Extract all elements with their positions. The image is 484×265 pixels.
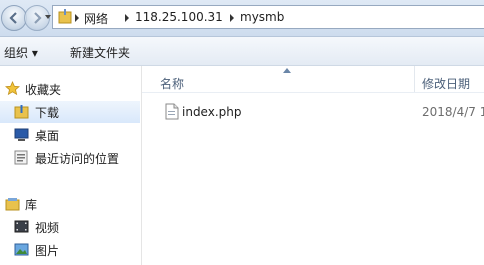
nav-item-recent-places[interactable]: 最近访问的位置 bbox=[0, 147, 140, 169]
pane-divider[interactable] bbox=[141, 66, 142, 265]
column-header-name[interactable]: 名称 bbox=[160, 75, 184, 92]
nav-label-videos: 视频 bbox=[35, 221, 60, 235]
pictures-icon bbox=[14, 243, 29, 256]
libraries-label: 库 bbox=[25, 198, 38, 212]
nav-libraries-header[interactable]: 库 bbox=[0, 193, 140, 215]
nav-item-pictures[interactable]: 图片 bbox=[0, 239, 140, 261]
breadcrumb-separator-icon[interactable] bbox=[75, 14, 79, 22]
nav-label-desktop: 桌面 bbox=[35, 129, 60, 143]
column-header-divider[interactable] bbox=[414, 66, 415, 92]
breadcrumb-host[interactable]: 118.25.100.31 bbox=[135, 10, 223, 24]
php-file-icon bbox=[165, 103, 179, 120]
nav-item-videos[interactable]: 视频 bbox=[0, 216, 140, 238]
nav-item-desktop[interactable]: 桌面 bbox=[0, 124, 140, 146]
recent-places-icon bbox=[14, 150, 28, 165]
sort-ascending-icon bbox=[283, 68, 291, 73]
file-modified-date: 2018/4/7 1 bbox=[422, 105, 484, 119]
breadcrumb-separator-icon[interactable] bbox=[125, 14, 129, 22]
organize-menu-button[interactable]: 组织 ▾ bbox=[4, 44, 38, 61]
file-name: index.php bbox=[182, 105, 242, 119]
breadcrumb-network[interactable]: 网络 bbox=[84, 10, 108, 27]
column-header-modified[interactable]: 修改日期 bbox=[422, 75, 470, 92]
nav-item-downloads[interactable]: 下载 bbox=[0, 101, 140, 123]
command-toolbar: 组织 ▾ 新建文件夹 bbox=[0, 37, 484, 66]
nav-label-recent-places: 最近访问的位置 bbox=[35, 152, 120, 166]
breadcrumb-share[interactable]: mysmb bbox=[240, 10, 284, 24]
nav-label-pictures: 图片 bbox=[35, 244, 60, 258]
file-list-header: 名称 修改日期 bbox=[142, 66, 484, 93]
downloads-folder-icon bbox=[14, 105, 29, 119]
file-row[interactable]: index.php 2018/4/7 1 bbox=[160, 102, 484, 122]
nav-label-downloads: 下载 bbox=[35, 106, 60, 120]
navigation-pane: 收藏夹 下载 桌面 最近访问的位置 库 视频 图片 bbox=[0, 66, 140, 265]
favorites-star-icon bbox=[5, 81, 20, 96]
libraries-icon bbox=[5, 198, 20, 211]
desktop-icon bbox=[14, 128, 29, 141]
address-field[interactable]: 网络 118.25.100.31 mysmb bbox=[52, 5, 484, 29]
address-bar-area: 网络 118.25.100.31 mysmb bbox=[0, 0, 484, 37]
network-folder-icon bbox=[58, 9, 72, 24]
forward-arrow-icon bbox=[34, 12, 42, 24]
breadcrumb-separator-icon[interactable] bbox=[230, 14, 234, 22]
favorites-label: 收藏夹 bbox=[25, 83, 62, 97]
recent-pages-dropdown-icon[interactable] bbox=[45, 14, 51, 20]
back-arrow-icon bbox=[9, 12, 17, 24]
new-folder-button[interactable]: 新建文件夹 bbox=[70, 44, 130, 61]
nav-favorites-header[interactable]: 收藏夹 bbox=[0, 78, 140, 100]
videos-icon bbox=[14, 220, 29, 233]
